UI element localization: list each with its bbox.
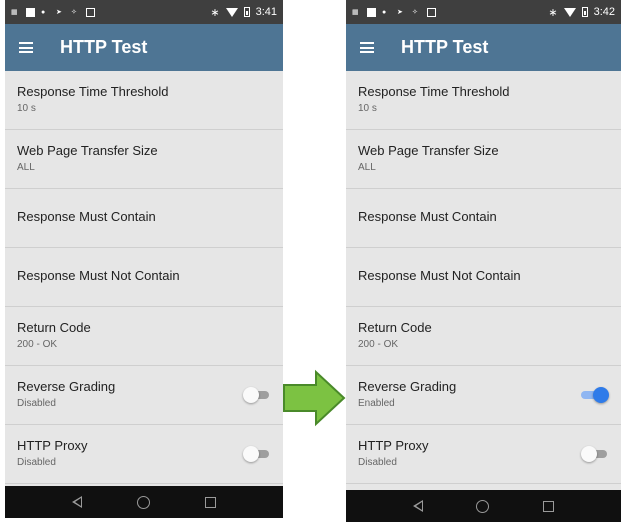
app-title: HTTP Test: [401, 37, 489, 57]
menu-icon[interactable]: [19, 42, 33, 53]
recent-apps-icon[interactable]: [543, 500, 555, 512]
setting-web-page-transfer-size[interactable]: Web Page Transfer Size ALL: [5, 130, 283, 189]
back-icon[interactable]: [72, 496, 83, 508]
status-bar: ▦ ● ➤ ✧ ∗ 3:41: [5, 0, 283, 24]
setting-response-must-not-contain[interactable]: Response Must Not Contain: [5, 248, 283, 307]
setting-title: Response Time Threshold: [17, 84, 169, 99]
setting-http-proxy[interactable]: HTTP Proxy Disabled: [346, 425, 621, 484]
back-icon[interactable]: [412, 500, 423, 512]
setting-title: Response Must Not Contain: [358, 268, 521, 283]
setting-title: Response Must Contain: [358, 209, 497, 224]
battery-icon: [243, 7, 250, 17]
setting-value: 10 s: [358, 103, 377, 114]
notification-icon: [427, 7, 436, 17]
notification-icon: ●: [41, 8, 46, 16]
setting-http-proxy[interactable]: HTTP Proxy Disabled: [5, 425, 283, 484]
setting-title: Web Page Transfer Size: [358, 143, 499, 158]
status-time: 3:42: [593, 6, 615, 18]
setting-title: Response Must Not Contain: [17, 268, 180, 283]
reverse-grading-toggle[interactable]: [581, 387, 609, 403]
battery-icon: [581, 7, 588, 17]
wifi-icon: [225, 7, 238, 17]
right-arrow-icon: [283, 369, 346, 427]
setting-value: ALL: [358, 162, 376, 173]
setting-response-must-contain[interactable]: Response Must Contain: [346, 189, 621, 248]
notification-icon: [86, 7, 95, 17]
setting-value: Enabled: [358, 398, 395, 409]
setting-title: Reverse Grading: [17, 379, 116, 394]
wifi-icon: [563, 7, 576, 17]
notification-icon: [26, 7, 35, 17]
setting-title: Return Code: [358, 320, 432, 335]
setting-title: HTTP Proxy: [358, 438, 429, 453]
setting-value: ALL: [17, 162, 35, 173]
app-bar: HTTP Test: [346, 24, 621, 71]
http-proxy-toggle[interactable]: [243, 446, 269, 462]
setting-reverse-grading[interactable]: Reverse Grading Disabled: [5, 366, 283, 425]
setting-title: HTTP Proxy: [17, 438, 88, 453]
setting-title: Reverse Grading: [358, 379, 457, 394]
setting-response-must-contain[interactable]: Response Must Contain: [5, 189, 283, 248]
setting-title: Response Time Threshold: [358, 84, 510, 99]
app-title: HTTP Test: [60, 37, 148, 57]
setting-value: Disabled: [17, 398, 56, 409]
menu-icon[interactable]: [360, 42, 374, 53]
notification-icon: ▦: [11, 8, 18, 16]
settings-list: Response Time Threshold 10 s Web Page Tr…: [346, 71, 621, 484]
setting-response-time-threshold[interactable]: Response Time Threshold 10 s: [346, 71, 621, 130]
setting-return-code[interactable]: Return Code 200 - OK: [346, 307, 621, 366]
notification-icon: ●: [382, 8, 387, 16]
setting-title: Web Page Transfer Size: [17, 143, 158, 158]
setting-value: Disabled: [358, 457, 397, 468]
setting-value: 200 - OK: [17, 339, 58, 350]
setting-web-page-transfer-size[interactable]: Web Page Transfer Size ALL: [346, 130, 621, 189]
setting-value: Disabled: [17, 457, 56, 468]
status-time: 3:41: [255, 6, 277, 18]
setting-return-code[interactable]: Return Code 200 - OK: [5, 307, 283, 366]
setting-reverse-grading[interactable]: Reverse Grading Enabled: [346, 366, 621, 425]
notification-icons: ▦ ● ➤ ✧: [11, 7, 95, 17]
notification-icons: ▦ ● ➤ ✧: [352, 7, 436, 17]
reverse-grading-toggle[interactable]: [243, 387, 269, 403]
android-nav-bar: [5, 486, 283, 518]
http-proxy-toggle[interactable]: [581, 446, 607, 462]
settings-list: Response Time Threshold 10 s Web Page Tr…: [5, 71, 283, 484]
setting-value: 200 - OK: [358, 339, 399, 350]
setting-response-must-not-contain[interactable]: Response Must Not Contain: [346, 248, 621, 307]
bluetooth-icon: ∗: [210, 6, 220, 19]
notification-icon: ➤: [397, 8, 403, 16]
setting-response-time-threshold[interactable]: Response Time Threshold 10 s: [5, 71, 283, 130]
app-bar: HTTP Test: [5, 24, 283, 71]
recent-apps-icon[interactable]: [204, 496, 216, 508]
home-icon[interactable]: [476, 499, 490, 513]
android-nav-bar: [346, 490, 621, 522]
home-icon[interactable]: [136, 495, 150, 509]
notification-icon: ➤: [56, 8, 62, 16]
phone-screen-after: ▦ ● ➤ ✧ ∗ 3:42 HTTP Test Response Time T…: [346, 0, 621, 522]
setting-title: Response Must Contain: [17, 209, 156, 224]
notification-icon: ▦: [352, 8, 359, 16]
notification-icon: ✧: [412, 8, 418, 16]
notification-icon: ✧: [71, 8, 77, 16]
bluetooth-icon: ∗: [548, 6, 558, 19]
status-bar: ▦ ● ➤ ✧ ∗ 3:42: [346, 0, 621, 24]
setting-value: 10 s: [17, 103, 36, 114]
phone-screen-before: ▦ ● ➤ ✧ ∗ 3:41 HTTP Test Response Time T…: [5, 0, 283, 518]
setting-title: Return Code: [17, 320, 91, 335]
notification-icon: [367, 7, 376, 17]
